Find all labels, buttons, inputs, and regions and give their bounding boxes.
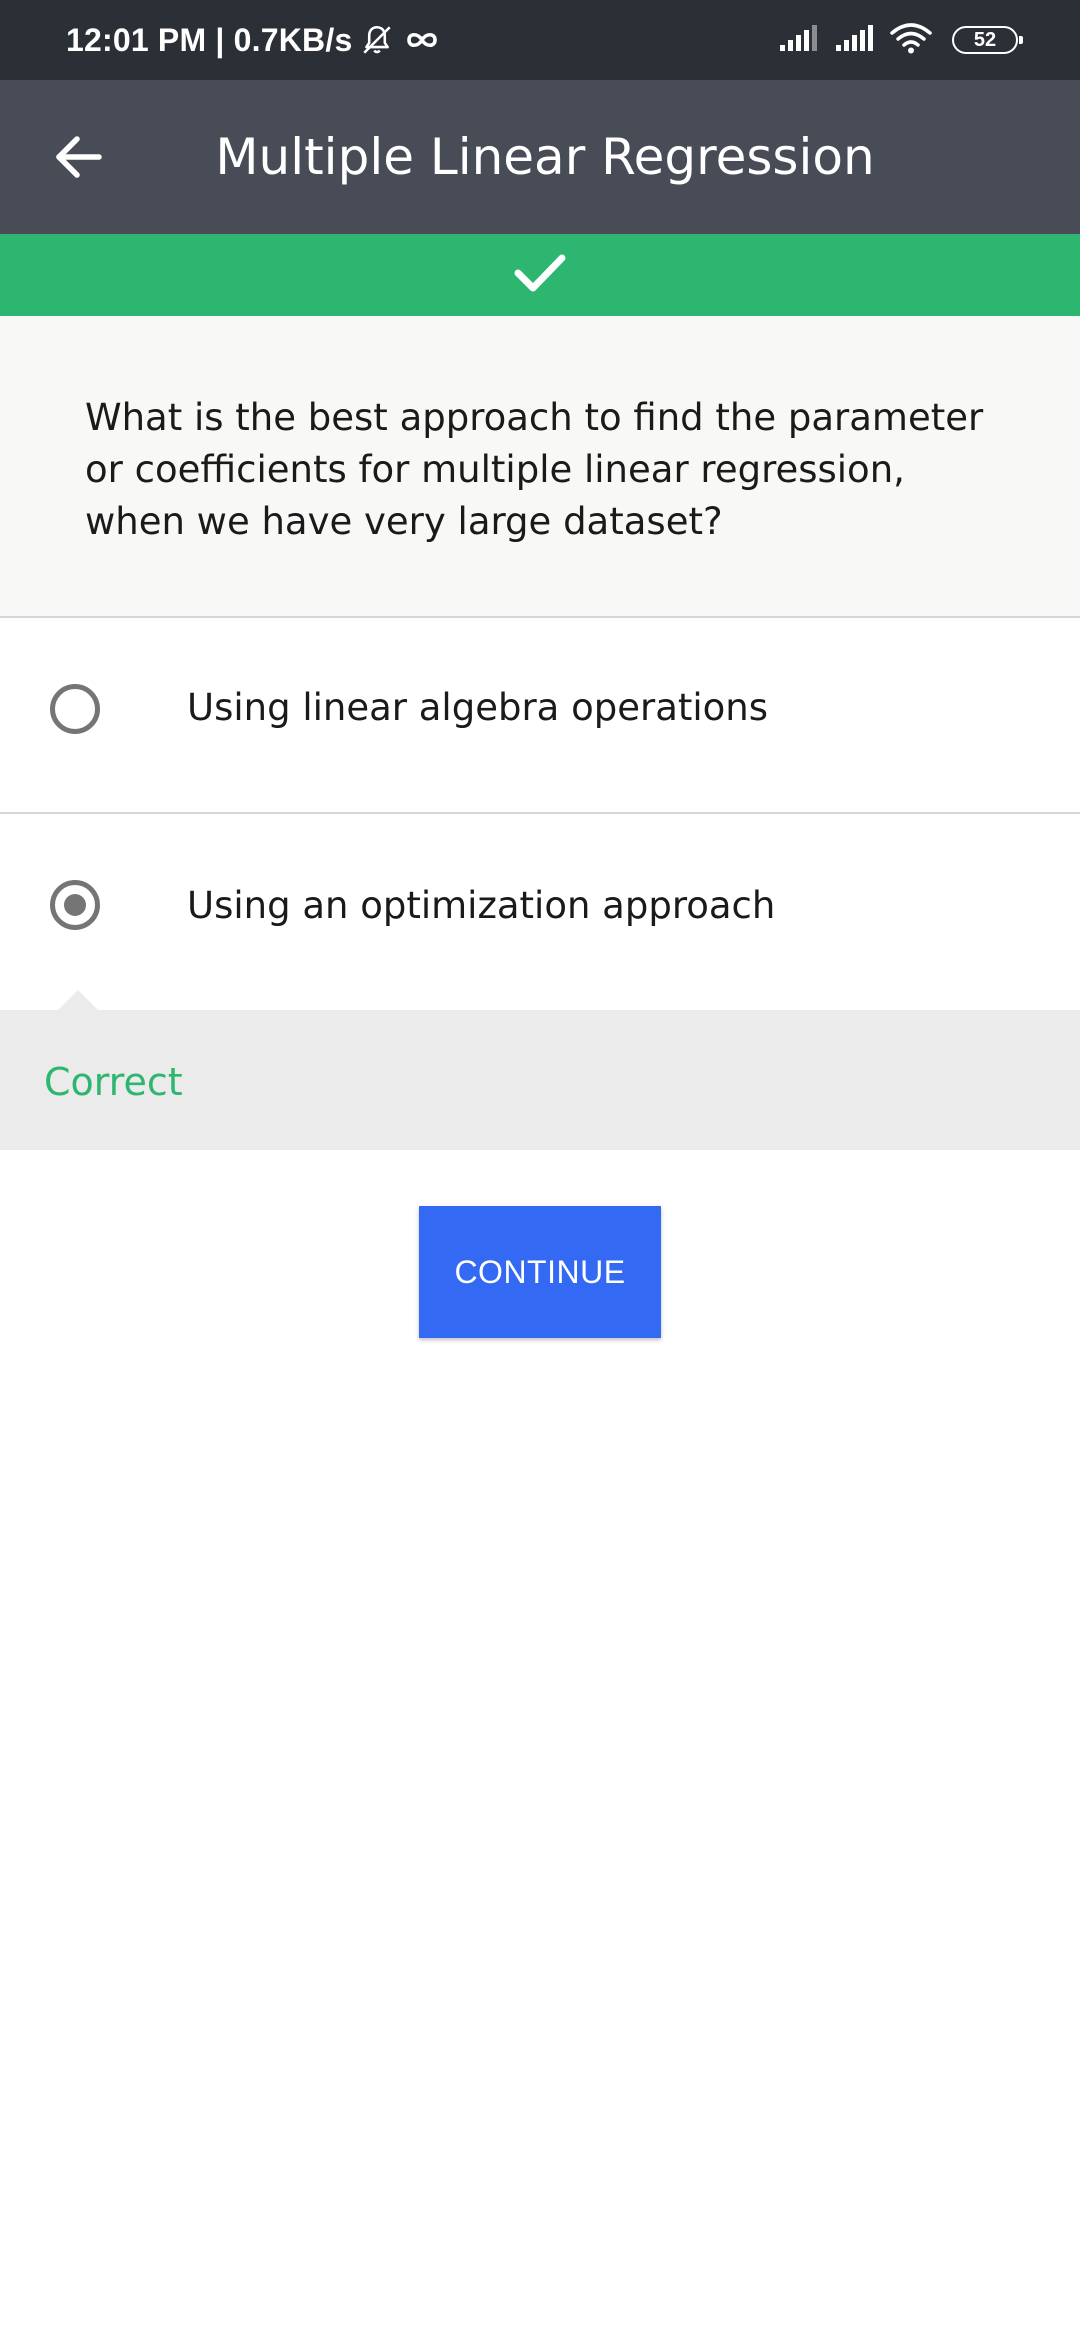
continue-button[interactable]: CONTINUE	[419, 1206, 661, 1338]
question-area: What is the best approach to find the pa…	[0, 316, 1080, 618]
status-left: 12:01 PM | 0.7KB/s	[66, 0, 442, 80]
page-title: Multiple Linear Regression	[215, 128, 875, 186]
radio-button-selected[interactable]	[50, 880, 100, 930]
battery-level: 52	[973, 28, 997, 51]
answer-option-1[interactable]: Using linear algebra operations	[0, 618, 1080, 814]
question-text: What is the best approach to find the pa…	[85, 396, 984, 543]
status-time-speed: 12:01 PM | 0.7KB/s	[66, 21, 353, 58]
status-right: 52	[778, 0, 1023, 80]
answer-option-label: Using an optimization approach	[187, 884, 776, 927]
checkmark-icon	[513, 252, 567, 299]
app-bar: Multiple Linear Regression	[0, 80, 1080, 234]
back-button[interactable]	[38, 124, 118, 194]
feedback-pointer	[58, 990, 98, 1010]
feedback-panel: Correct	[0, 1010, 1080, 1150]
wifi-icon	[890, 22, 932, 59]
answer-option-label: Using linear algebra operations	[187, 686, 769, 729]
infinity-icon	[402, 28, 442, 52]
bell-off-icon	[360, 23, 394, 57]
battery-indicator: 52	[952, 26, 1023, 54]
feedback-text: Correct	[44, 1060, 183, 1104]
signal-icon	[834, 23, 876, 58]
signal-icon	[778, 23, 820, 58]
answer-option-2[interactable]: Using an optimization approach	[0, 816, 1080, 1010]
status-bar: 12:01 PM | 0.7KB/s 52	[0, 0, 1080, 80]
result-banner	[0, 234, 1080, 316]
radio-button-unselected[interactable]	[50, 684, 100, 734]
arrow-left-icon	[53, 134, 103, 185]
